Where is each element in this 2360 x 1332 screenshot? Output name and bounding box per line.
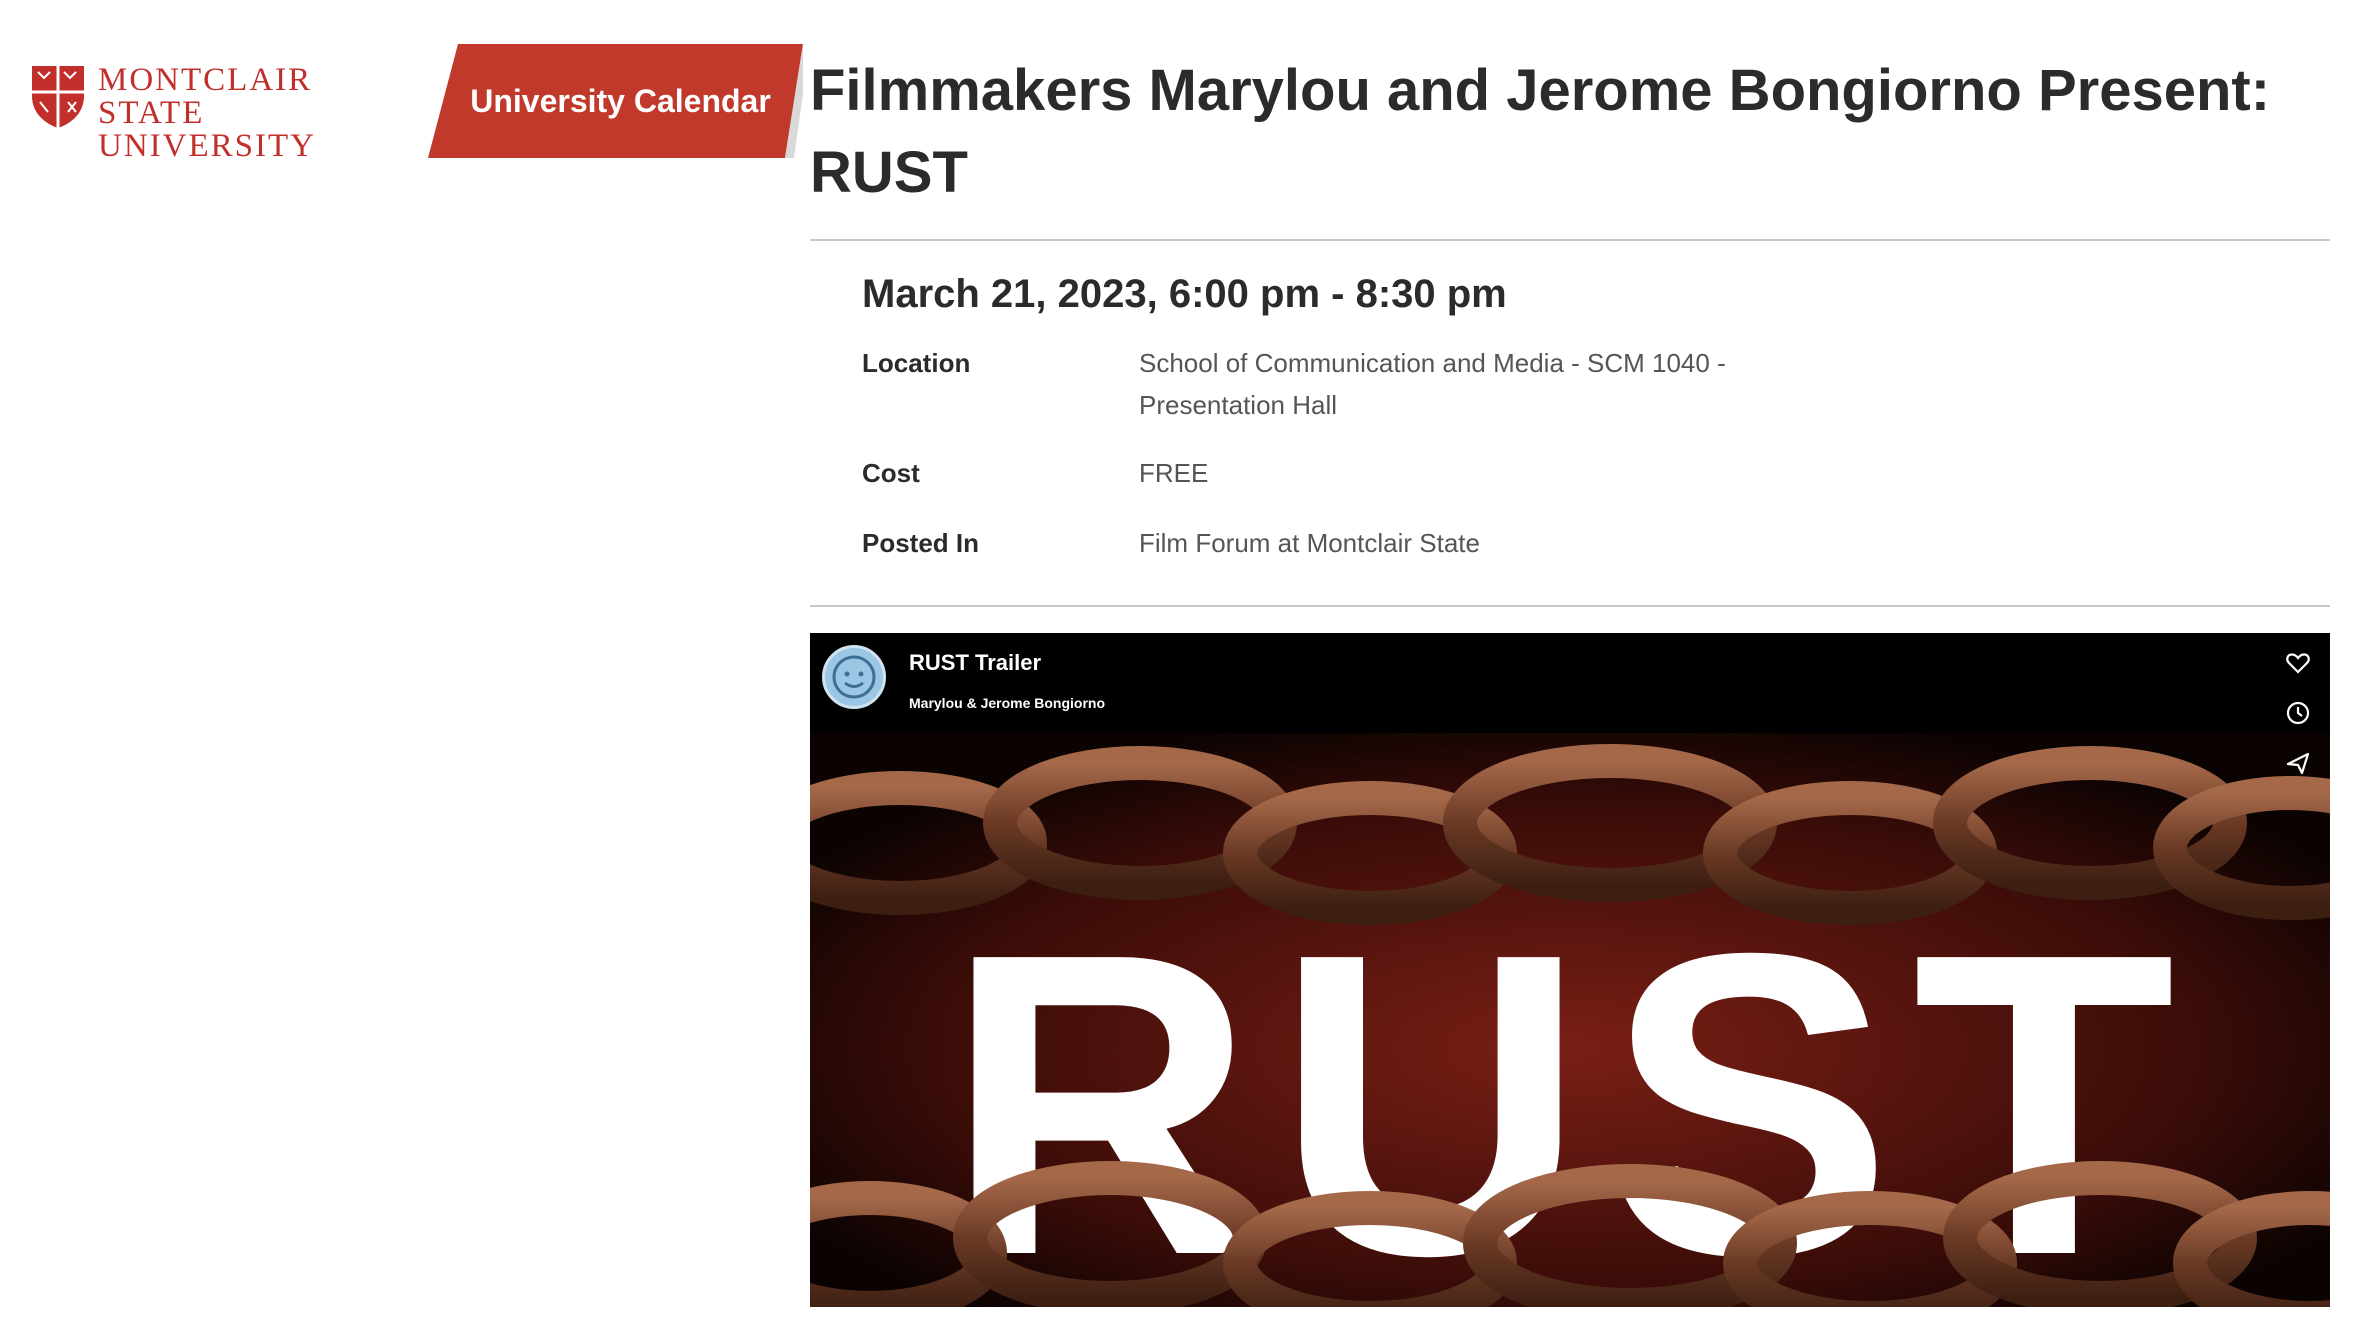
shield-icon	[32, 66, 84, 128]
event-datetime: March 21, 2023, 6:00 pm - 8:30 pm	[862, 272, 1507, 316]
video-player[interactable]: RUST RUST Trailer Marylou & Jerome Bongi…	[810, 633, 2330, 1307]
video-title[interactable]: RUST Trailer	[909, 650, 1041, 676]
video-byline[interactable]: Marylou & Jerome Bongiorno	[909, 695, 1105, 711]
divider	[810, 239, 2330, 241]
location-label: Location	[862, 348, 971, 378]
location-value-line1: School of Communication and Media - SCM …	[1139, 348, 1726, 378]
cost-label: Cost	[862, 458, 920, 488]
wordmark-line1: MONTCLAIR STATE	[98, 62, 313, 131]
page-title: Filmmakers Marylou and Jerome Bongiorno …	[810, 50, 2330, 214]
calendar-tab-label: University Calendar	[470, 82, 771, 119]
divider	[810, 605, 2330, 607]
wordmark-line2: UNIVERSITY	[98, 128, 316, 164]
location-value-line2: Presentation Hall	[1139, 390, 1337, 420]
smiley-icon	[832, 655, 876, 699]
heart-icon[interactable]	[2284, 649, 2312, 677]
channel-avatar[interactable]	[822, 645, 886, 709]
share-icon[interactable]	[2284, 749, 2312, 777]
university-logo[interactable]: MONTCLAIR STATE UNIVERSITY	[30, 62, 420, 163]
university-calendar-link[interactable]: University Calendar	[428, 44, 803, 158]
video-poster: RUST	[810, 733, 2330, 1307]
location-value: School of Communication and Media - SCM …	[1139, 342, 1779, 426]
posted-in-value[interactable]: Film Forum at Montclair State	[1139, 522, 1779, 564]
cost-value: FREE	[1139, 458, 1209, 488]
title-line1: Filmmakers Marylou and Jerome Bongiorno …	[810, 58, 2271, 123]
posted-in-label: Posted In	[862, 528, 980, 558]
title-line2: RUST	[810, 140, 968, 205]
clock-icon[interactable]	[2284, 699, 2312, 727]
